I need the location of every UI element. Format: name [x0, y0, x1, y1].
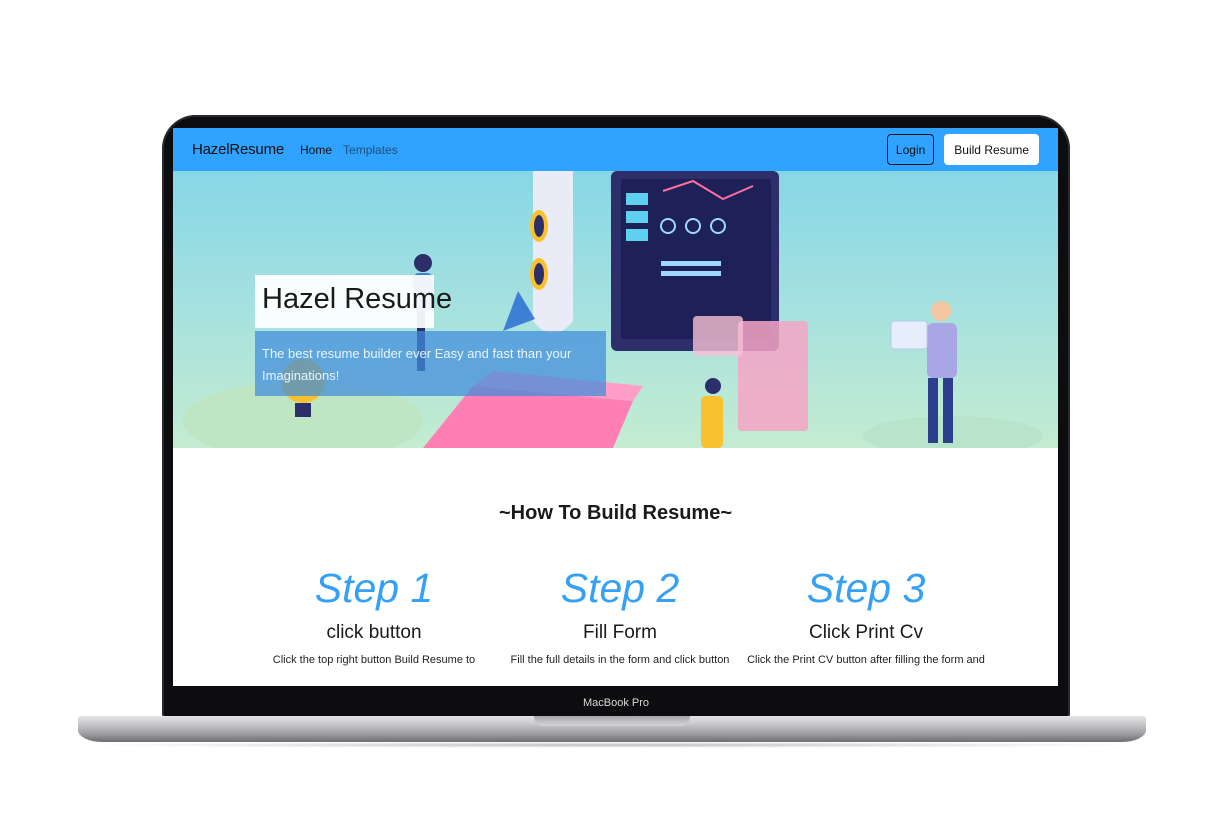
steps-row: Step 1 click button Click the top right … — [251, 565, 989, 667]
device-label: MacBook Pro — [582, 697, 650, 709]
build-resume-button[interactable]: Build Resume — [944, 134, 1039, 165]
how-to-title: ~How To Build Resume~ — [499, 502, 732, 524]
step-description: Click the Print CV button after filling … — [747, 654, 985, 666]
nav-actions: Login Build Resume — [886, 134, 1039, 165]
laptop-shadow — [70, 742, 1154, 748]
navbar: HazelResume Home Templates Login Build R… — [173, 128, 1058, 171]
step-number: Step 1 — [314, 565, 434, 611]
step-description: Click the top right button Build Resume … — [272, 654, 476, 666]
nav-link-templates[interactable]: Templates — [343, 143, 398, 157]
step-heading: Fill Form — [583, 622, 657, 643]
nav-link-home[interactable]: Home — [300, 143, 332, 157]
login-button[interactable]: Login — [886, 134, 935, 165]
step-heading: Click Print Cv — [808, 622, 923, 643]
step-number: Step 2 — [560, 565, 680, 611]
step-description: Fill the full details in the form and cl… — [510, 654, 730, 666]
brand-logo[interactable]: HazelResume — [192, 141, 284, 158]
step-card-1: Step 1 click button Click the top right … — [251, 565, 497, 667]
hero-banner: Hazel Resume The best resume builder eve… — [173, 171, 1058, 448]
step-number: Step 3 — [806, 565, 926, 611]
hero-subtitle: The best resume builder ever Easy and fa… — [262, 346, 572, 383]
laptop-notch — [534, 716, 690, 726]
step-heading: click button — [326, 622, 422, 643]
step-card-3: Step 3 Click Print Cv Click the Print CV… — [743, 565, 989, 667]
step-card-2: Step 2 Fill Form Fill the full details i… — [497, 565, 743, 667]
laptop-screen: HazelResume Home Templates Login Build R… — [173, 128, 1058, 686]
hero-title: Hazel Resume — [262, 283, 453, 315]
